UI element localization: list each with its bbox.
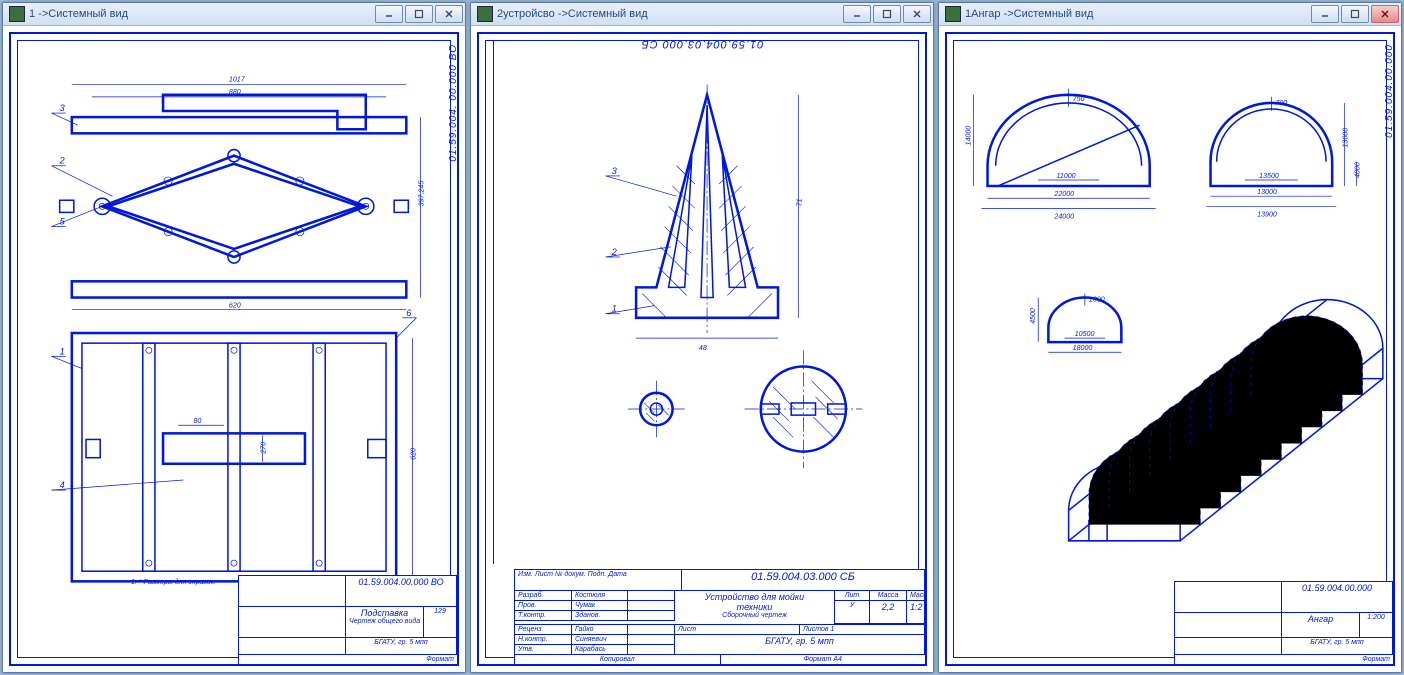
mdi-window-1: 1 ->Системный вид 01.59.004. 00.000 ВО xyxy=(2,2,466,673)
mdi-workspace: 1 ->Системный вид 01.59.004. 00.000 ВО xyxy=(0,0,1404,675)
title-block: 01.59.004.00.000 Ангар 1:200 БГАТУ, гр. … xyxy=(1174,581,1393,664)
svg-text:1: 1 xyxy=(612,304,617,314)
svg-text:24000: 24000 xyxy=(1053,212,1074,220)
window-title: 2устройсво ->Системный вид xyxy=(497,8,648,20)
svg-text:3: 3 xyxy=(60,103,65,113)
svg-text:22000: 22000 xyxy=(1053,190,1074,198)
svg-text:13500: 13500 xyxy=(1259,172,1279,180)
titlebar[interactable]: 1 ->Системный вид xyxy=(3,3,465,26)
svg-text:880: 880 xyxy=(229,88,241,96)
svg-text:1017: 1017 xyxy=(229,76,246,84)
window-title: 1Ангар ->Системный вид xyxy=(965,8,1093,20)
svg-text:270: 270 xyxy=(259,442,267,455)
minimize-button[interactable] xyxy=(1311,5,1339,23)
svg-text:13900: 13900 xyxy=(1257,210,1277,218)
svg-text:397,245: 397,245 xyxy=(418,181,426,207)
maximize-button[interactable] xyxy=(405,5,433,23)
svg-text:80: 80 xyxy=(193,417,201,425)
mdi-window-2: 2устройсво ->Системный вид 01.59.004.03.… xyxy=(470,2,934,673)
svg-text:11000: 11000 xyxy=(1056,172,1075,180)
sheet-border: 01.59.004. 00.000 ВО xyxy=(9,32,459,666)
svg-text:1000: 1000 xyxy=(1089,296,1105,304)
close-button[interactable] xyxy=(903,5,931,23)
title-block: Изм. Лист № докум. Подп. Дата 01.59.004.… xyxy=(514,569,925,664)
mdi-window-3: 1Ангар ->Системный вид 01.59.004.00.000 … xyxy=(938,2,1402,673)
doc-icon xyxy=(945,6,961,22)
close-button[interactable] xyxy=(1371,5,1399,23)
svg-text:2: 2 xyxy=(611,247,617,257)
svg-text:750: 750 xyxy=(1073,95,1085,103)
svg-text:1: 1 xyxy=(60,346,65,356)
drawing-area[interactable]: 01.59.004.03.000 СБ xyxy=(471,26,933,672)
svg-text:620: 620 xyxy=(409,448,417,460)
svg-text:700: 700 xyxy=(1275,99,1287,107)
sheet-border: 01.59.004.00.000 22000 24000 14000 750 1… xyxy=(945,32,1395,666)
svg-text:14000: 14000 xyxy=(964,126,972,146)
svg-text:3: 3 xyxy=(612,166,617,176)
sheet-border: 01.59.004.03.000 СБ xyxy=(477,32,927,666)
drawing-area[interactable]: 01.59.004.00.000 22000 24000 14000 750 1… xyxy=(939,26,1401,672)
minimize-button[interactable] xyxy=(375,5,403,23)
svg-text:2: 2 xyxy=(59,156,65,166)
window-title: 1 ->Системный вид xyxy=(29,8,128,20)
minimize-button[interactable] xyxy=(843,5,871,23)
maximize-button[interactable] xyxy=(873,5,901,23)
maximize-button[interactable] xyxy=(1341,5,1369,23)
svg-text:10500: 10500 xyxy=(1075,330,1095,338)
svg-text:13000: 13000 xyxy=(1257,188,1277,196)
drawing-svg: 22000 24000 14000 750 11000 13000 13900 … xyxy=(947,34,1393,672)
svg-text:4000: 4000 xyxy=(1354,162,1362,178)
titlebar[interactable]: 2устройсво ->Системный вид xyxy=(471,3,933,26)
svg-text:13000: 13000 xyxy=(1341,128,1349,148)
svg-text:4500: 4500 xyxy=(1029,308,1037,324)
title-block: 01.59.004.00.000 ВО ПодставкаЧертеж обще… xyxy=(238,575,457,664)
svg-text:6: 6 xyxy=(406,308,412,318)
svg-text:620: 620 xyxy=(229,302,241,310)
close-button[interactable] xyxy=(435,5,463,23)
drawing-note: 1. * Размеры для справок. xyxy=(131,579,216,586)
svg-text:18000: 18000 xyxy=(1073,344,1093,352)
doc-icon xyxy=(9,6,25,22)
doc-icon xyxy=(477,6,493,22)
drawing-area[interactable]: 01.59.004. 00.000 ВО xyxy=(3,26,465,672)
svg-text:71: 71 xyxy=(795,198,803,206)
svg-text:48: 48 xyxy=(699,344,707,352)
titlebar[interactable]: 1Ангар ->Системный вид xyxy=(939,3,1401,26)
svg-text:4: 4 xyxy=(60,480,65,490)
